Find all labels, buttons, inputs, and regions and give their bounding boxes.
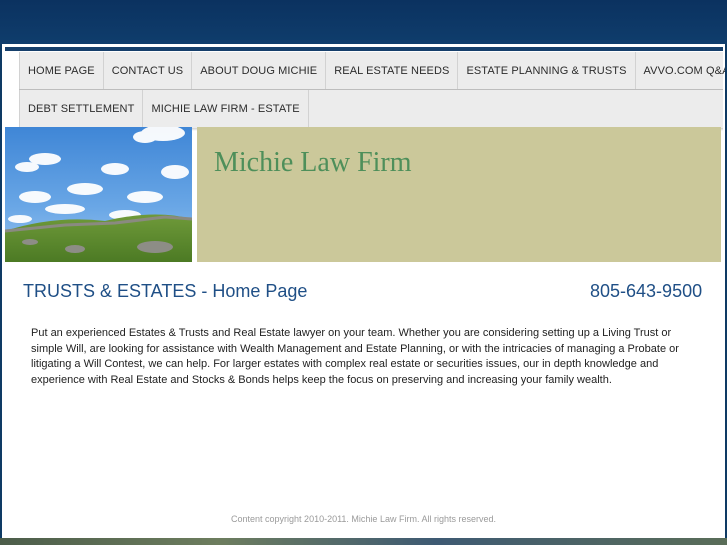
- page-heading: TRUSTS & ESTATES - Home Page: [23, 281, 308, 301]
- nav-contact-us[interactable]: CONTACT US: [104, 52, 193, 89]
- header-banner: Michie Law Firm: [197, 127, 721, 262]
- header-landscape-photo: [5, 127, 192, 262]
- footer-copyright: Content copyright 2010-2011. Michie Law …: [231, 514, 496, 524]
- phone-number: 805-643-9500: [590, 281, 703, 301]
- page-background-top: [0, 0, 727, 44]
- nav-real-estate-needs[interactable]: REAL ESTATE NEEDS: [326, 52, 459, 89]
- intro-paragraph: Put an experienced Estates & Trusts and …: [31, 327, 679, 386]
- page-container: HOME PAGE CONTACT US ABOUT DOUG MICHIE R…: [2, 44, 725, 538]
- nav-row-2: DEBT SETTLEMENT MICHIE LAW FIRM - ESTATE: [19, 90, 723, 127]
- site-title: Michie Law Firm: [214, 147, 412, 178]
- nav-estate-planning-trusts[interactable]: ESTATE PLANNING & TRUSTS: [458, 52, 636, 89]
- nav-home-page[interactable]: HOME PAGE: [19, 52, 104, 89]
- nav-debt-settlement[interactable]: DEBT SETTLEMENT: [19, 90, 144, 127]
- nav-about-doug-michie[interactable]: ABOUT DOUG MICHIE: [192, 52, 327, 89]
- nav-michie-law-firm-estate[interactable]: MICHIE LAW FIRM - ESTATE: [143, 90, 309, 127]
- nav-avvo-qa[interactable]: AVVO.COM Q&A: [636, 52, 725, 89]
- top-rule: [5, 47, 723, 51]
- page-background-bottom: [0, 538, 727, 545]
- nav-row-1: HOME PAGE CONTACT US ABOUT DOUG MICHIE R…: [19, 52, 725, 90]
- main-navigation: HOME PAGE CONTACT US ABOUT DOUG MICHIE R…: [19, 52, 725, 128]
